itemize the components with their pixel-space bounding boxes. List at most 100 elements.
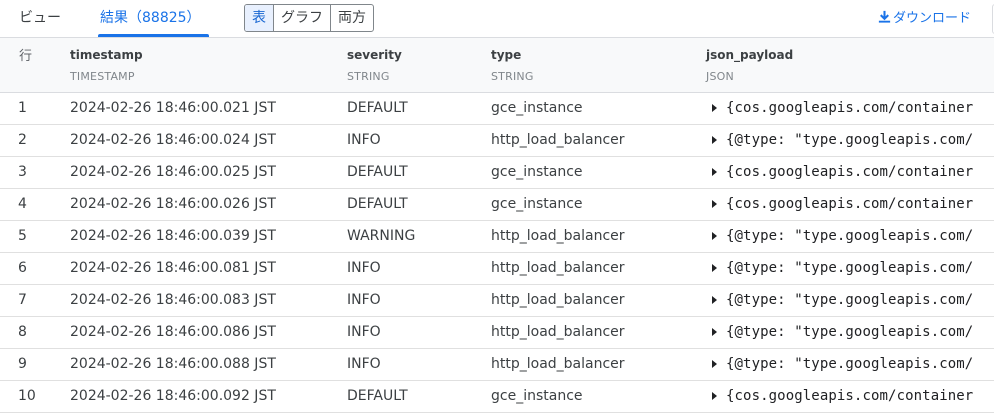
cell-severity: DEFAULT xyxy=(347,388,408,404)
table-row[interactable]: 6 2024-02-26 18:46:00.081 JST INFO http_loa… xyxy=(0,253,994,285)
cell-type: http_load_balancer xyxy=(491,356,625,372)
table-row[interactable]: 10 2024-02-26 18:46:00.092 JST DEFAULT gce_… xyxy=(0,381,994,413)
row-number: 5 xyxy=(18,228,27,244)
cell-timestamp: 2024-02-26 18:46:00.081 JST xyxy=(70,260,276,276)
cell-timestamp: 2024-02-26 18:46:00.021 JST xyxy=(70,100,276,116)
table-header: 行 timestamp TIMESTAMP severity STRING ty… xyxy=(0,38,994,93)
cell-severity: INFO xyxy=(347,292,381,308)
cell-json-payload: {@type: "type.googleapis.com/ xyxy=(712,317,973,348)
cell-json-payload: {@type: "type.googleapis.com/ xyxy=(712,221,973,252)
cell-timestamp: 2024-02-26 18:46:00.025 JST xyxy=(70,164,276,180)
cell-severity: DEFAULT xyxy=(347,196,408,212)
cell-type: gce_instance xyxy=(491,164,583,180)
expand-triangle-icon[interactable] xyxy=(712,264,717,272)
cell-type: gce_instance xyxy=(491,388,583,404)
column-name: type xyxy=(491,48,522,62)
column-name: json_payload xyxy=(706,48,794,62)
cell-type: gce_instance xyxy=(491,196,583,212)
row-number: 3 xyxy=(18,164,27,180)
tab-view[interactable]: ビュー xyxy=(19,0,61,35)
cell-timestamp: 2024-02-26 18:46:00.039 JST xyxy=(70,228,276,244)
cell-timestamp: 2024-02-26 18:46:00.083 JST xyxy=(70,292,276,308)
expand-triangle-icon[interactable] xyxy=(712,168,717,176)
json-preview: {@type: "type.googleapis.com/ xyxy=(726,228,974,244)
view-mode-table-button[interactable]: 表 xyxy=(245,5,273,31)
expand-triangle-icon[interactable] xyxy=(712,392,717,400)
expand-triangle-icon[interactable] xyxy=(712,104,717,112)
row-number: 4 xyxy=(18,196,27,212)
column-type: TIMESTAMP xyxy=(70,70,135,83)
row-number: 2 xyxy=(18,132,27,148)
column-header-type[interactable]: type STRING xyxy=(491,47,534,85)
cell-severity: INFO xyxy=(347,356,381,372)
row-number: 6 xyxy=(18,260,27,276)
cell-type: http_load_balancer xyxy=(491,292,625,308)
table-row[interactable]: 4 2024-02-26 18:46:00.026 JST DEFAULT gce_i… xyxy=(0,189,994,221)
cell-json-payload: {cos.googleapis.com/container xyxy=(712,381,973,412)
download-button[interactable]: ダウンロード xyxy=(877,7,971,26)
expand-triangle-icon[interactable] xyxy=(712,328,717,336)
row-number: 10 xyxy=(18,388,36,404)
view-mode-chart-button[interactable]: グラフ xyxy=(273,5,330,31)
cell-severity: INFO xyxy=(347,260,381,276)
view-mode-toggle: 表 グラフ 両方 xyxy=(244,4,374,32)
expand-triangle-icon[interactable] xyxy=(712,136,717,144)
table-row[interactable]: 9 2024-02-26 18:46:00.088 JST INFO http_loa… xyxy=(0,349,994,381)
cell-timestamp: 2024-02-26 18:46:00.086 JST xyxy=(70,324,276,340)
json-preview: {@type: "type.googleapis.com/ xyxy=(726,132,974,148)
cell-severity: DEFAULT xyxy=(347,164,408,180)
column-name: timestamp xyxy=(70,48,143,62)
expand-triangle-icon[interactable] xyxy=(712,296,717,304)
cell-severity: INFO xyxy=(347,324,381,340)
cell-json-payload: {@type: "type.googleapis.com/ xyxy=(712,253,973,284)
cell-json-payload: {@type: "type.googleapis.com/ xyxy=(712,285,973,316)
cell-timestamp: 2024-02-26 18:46:00.092 JST xyxy=(70,388,276,404)
table-row[interactable]: 2 2024-02-26 18:46:00.024 JST INFO http_loa… xyxy=(0,125,994,157)
cell-type: http_load_balancer xyxy=(491,228,625,244)
column-header-timestamp[interactable]: timestamp TIMESTAMP xyxy=(70,47,143,85)
row-number: 9 xyxy=(18,356,27,372)
expand-triangle-icon[interactable] xyxy=(712,360,717,368)
download-label: ダウンロード xyxy=(893,11,972,26)
json-preview: {@type: "type.googleapis.com/ xyxy=(726,356,974,372)
cell-severity: DEFAULT xyxy=(347,100,408,116)
table-row[interactable]: 5 2024-02-26 18:46:00.039 JST WARNING http_… xyxy=(0,221,994,253)
json-preview: {cos.googleapis.com/container xyxy=(726,100,974,116)
cell-json-payload: {cos.googleapis.com/container xyxy=(712,93,973,124)
column-header-severity[interactable]: severity STRING xyxy=(347,47,402,85)
expand-triangle-icon[interactable] xyxy=(712,232,717,240)
cell-timestamp: 2024-02-26 18:46:00.026 JST xyxy=(70,196,276,212)
cell-type: http_load_balancer xyxy=(491,260,625,276)
column-header-json-payload[interactable]: json_payload JSON xyxy=(706,47,793,85)
cell-json-payload: {cos.googleapis.com/container xyxy=(712,157,973,188)
json-preview: {cos.googleapis.com/container xyxy=(726,164,974,180)
table-row[interactable]: 7 2024-02-26 18:46:00.083 JST INFO http_loa… xyxy=(0,285,994,317)
cell-severity: INFO xyxy=(347,132,381,148)
json-preview: {cos.googleapis.com/container xyxy=(726,196,974,212)
json-preview: {@type: "type.googleapis.com/ xyxy=(726,260,974,276)
row-number: 1 xyxy=(18,100,27,116)
cell-type: http_load_balancer xyxy=(491,132,625,148)
json-preview: {cos.googleapis.com/container xyxy=(726,388,974,404)
json-preview: {@type: "type.googleapis.com/ xyxy=(726,292,974,308)
cell-type: http_load_balancer xyxy=(491,324,625,340)
table-row[interactable]: 1 2024-02-26 18:46:00.021 JST DEFAULT gce_i… xyxy=(0,93,994,125)
cell-json-payload: {@type: "type.googleapis.com/ xyxy=(712,125,973,156)
results-toolbar: ビュー 結果（88825） 表 グラフ 両方 ダウンロード xyxy=(0,0,994,38)
view-mode-both-button[interactable]: 両方 xyxy=(330,5,373,31)
table-row[interactable]: 8 2024-02-26 18:46:00.086 JST INFO http_loa… xyxy=(0,317,994,349)
cell-json-payload: {@type: "type.googleapis.com/ xyxy=(712,349,973,380)
download-icon xyxy=(878,10,891,23)
tab-results[interactable]: 結果（88825） xyxy=(98,0,209,37)
cell-json-payload: {cos.googleapis.com/container xyxy=(712,189,973,220)
column-type: JSON xyxy=(706,70,734,83)
cell-severity: WARNING xyxy=(347,228,416,244)
column-type: STRING xyxy=(347,70,390,83)
cell-timestamp: 2024-02-26 18:46:00.024 JST xyxy=(70,132,276,148)
json-preview: {@type: "type.googleapis.com/ xyxy=(726,324,974,340)
row-number-header: 行 xyxy=(19,49,33,64)
row-number: 7 xyxy=(18,292,27,308)
expand-triangle-icon[interactable] xyxy=(712,200,717,208)
table-row[interactable]: 3 2024-02-26 18:46:00.025 JST DEFAULT gce_i… xyxy=(0,157,994,189)
table-body: 1 2024-02-26 18:46:00.021 JST DEFAULT gce_i… xyxy=(0,93,994,413)
